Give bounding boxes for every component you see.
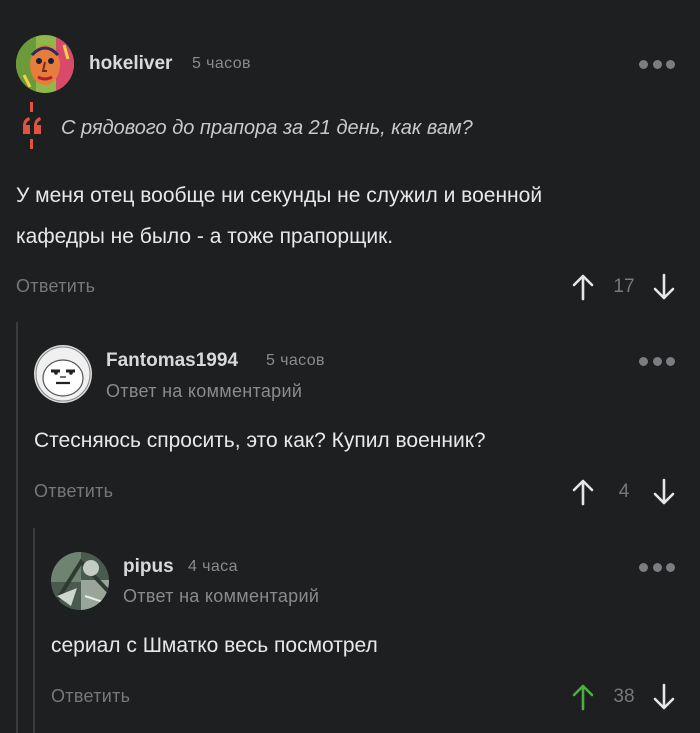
reply-button[interactable]: Ответить — [16, 276, 95, 297]
comment-time: 5 часов — [266, 352, 325, 369]
quote-line-bottom — [30, 139, 33, 149]
rating-count: 4 — [618, 481, 630, 502]
more-dots-icon[interactable] — [639, 58, 675, 70]
reply-button[interactable]: Ответить — [34, 481, 113, 502]
quote-text: С рядового до прапора за 21 день, как ва… — [61, 117, 473, 139]
comment-text-line-1: Стесняюсь спросить, это как? Купил военн… — [34, 429, 486, 452]
thread-line-level-2 — [33, 528, 35, 733]
avatar[interactable] — [34, 345, 92, 403]
upvote-arrow-icon[interactable] — [571, 273, 595, 301]
avatar[interactable] — [51, 552, 109, 610]
more-dots-icon[interactable] — [639, 355, 675, 367]
rating-count: 17 — [613, 276, 635, 297]
comment-text-line-2: кафедры не было - а тоже прапорщик. — [16, 225, 394, 248]
downvote-arrow-icon[interactable] — [652, 273, 676, 301]
reply-to-label[interactable]: Ответ на комментарий — [123, 586, 319, 607]
upvote-arrow-icon[interactable] — [571, 683, 595, 711]
comment-time: 4 часа — [188, 558, 238, 575]
reply-to-label[interactable]: Ответ на комментарий — [106, 381, 302, 402]
downvote-arrow-icon[interactable] — [652, 478, 676, 506]
reply-button[interactable]: Ответить — [51, 686, 130, 707]
more-dots-icon[interactable] — [639, 561, 675, 573]
username[interactable]: pipus — [123, 556, 174, 578]
thread-line-level-1 — [16, 322, 18, 733]
username[interactable]: hokeliver — [89, 53, 172, 75]
quote-line-top — [30, 102, 33, 112]
comment-text-line-1: У меня отец вообще ни секунды не служил … — [16, 184, 543, 207]
downvote-arrow-icon[interactable] — [652, 683, 676, 711]
comment-time: 5 часов — [192, 55, 251, 72]
comment-text-line-1: сериал с Шматко весь посмотрел — [51, 634, 378, 657]
upvote-arrow-icon[interactable] — [571, 478, 595, 506]
quote-icon — [20, 114, 44, 136]
username[interactable]: Fantomas1994 — [106, 350, 238, 372]
rating-count: 38 — [613, 686, 635, 707]
avatar[interactable] — [16, 35, 74, 93]
